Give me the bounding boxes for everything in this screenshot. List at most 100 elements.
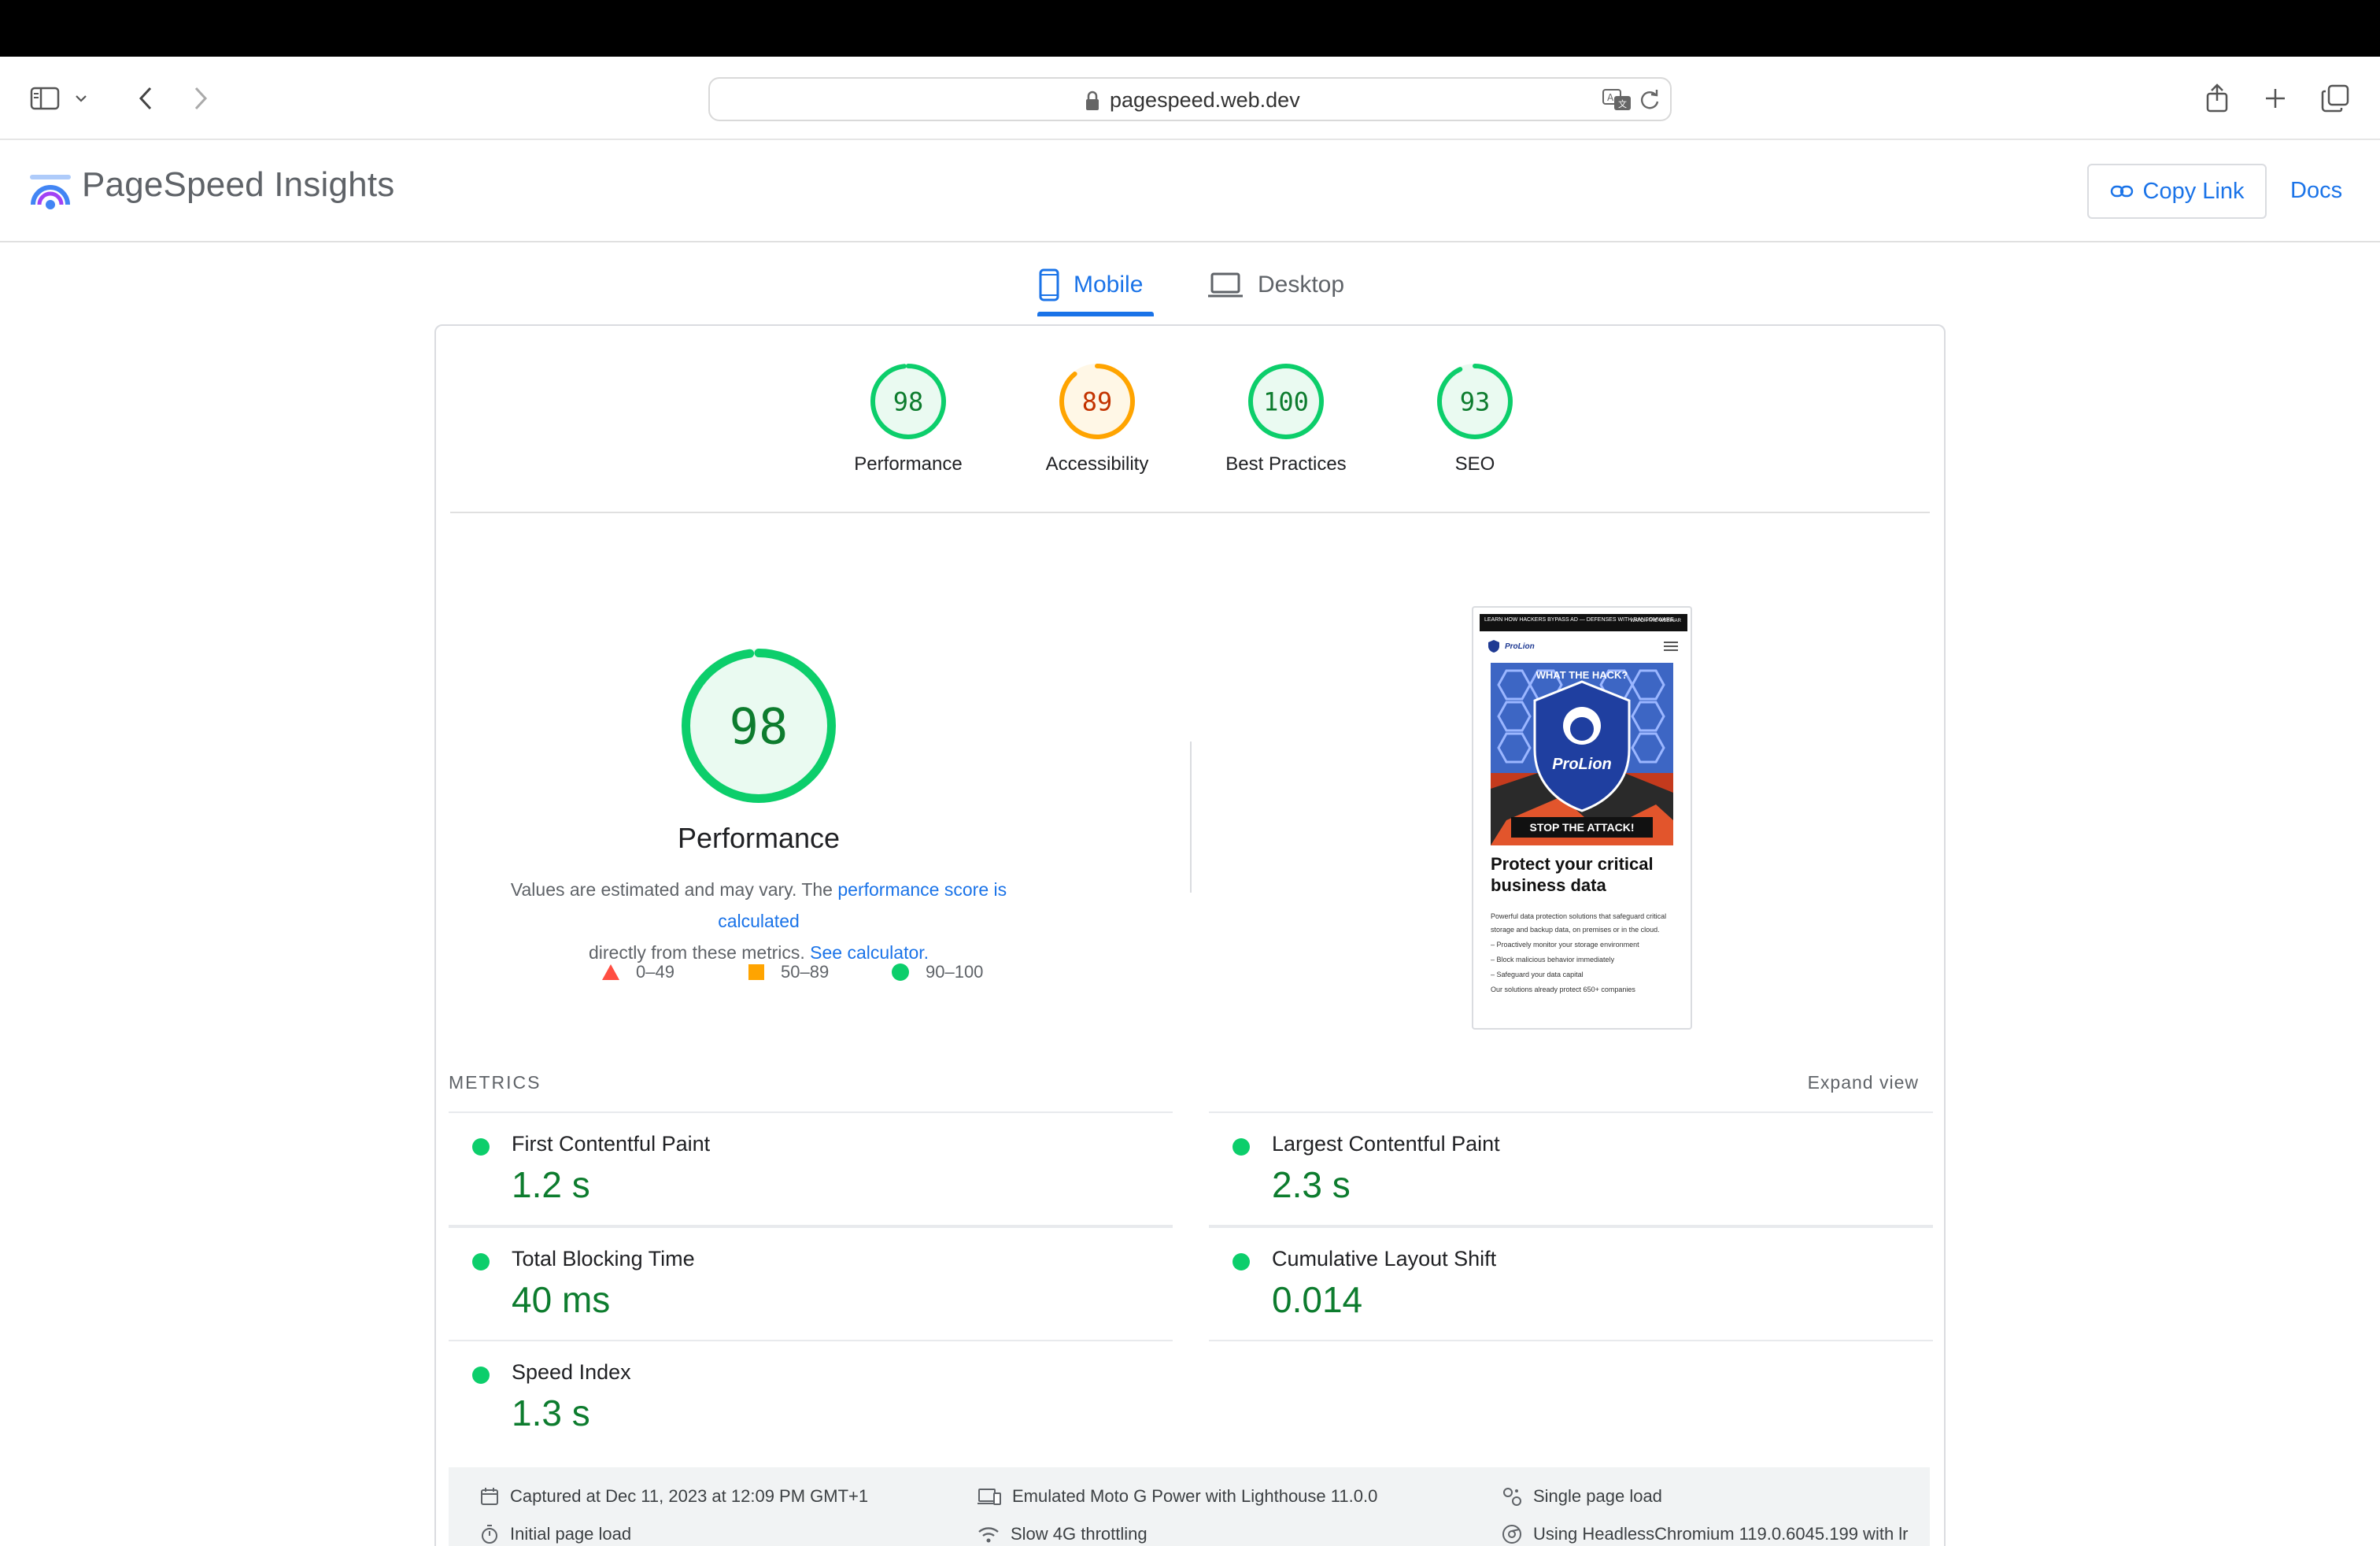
metrics-heading: METRICS xyxy=(449,1072,541,1093)
env-initial-load: Initial page load xyxy=(480,1524,631,1544)
pass-indicator-icon xyxy=(1232,1138,1250,1156)
metric-fcp[interactable]: First Contentful Paint 1.2 s xyxy=(449,1111,1173,1226)
tab-overview-button[interactable] xyxy=(2314,77,2356,120)
chevron-right-icon xyxy=(194,87,208,110)
gauge-best-practices-label: Best Practices xyxy=(1225,453,1347,475)
screenshot-banner-cta: WATCH THE WEBINAR xyxy=(1630,619,1681,623)
link-icon xyxy=(2110,185,2133,198)
screenshot-banner: LEARN HOW HACKERS BYPASS AD — DEFENSES W… xyxy=(1480,614,1687,631)
gauge-accessibility-ring: 89 xyxy=(1059,364,1135,439)
metric-value: 2.3 s xyxy=(1272,1164,1351,1205)
expand-view-toggle[interactable]: Expand view xyxy=(1808,1072,1919,1093)
back-button[interactable] xyxy=(124,77,167,120)
metric-name: Largest Contentful Paint xyxy=(1272,1132,1500,1156)
new-tab-button[interactable] xyxy=(2254,77,2297,120)
page-screenshot[interactable]: LEARN HOW HACKERS BYPASS AD — DEFENSES W… xyxy=(1472,606,1692,1030)
forward-button[interactable] xyxy=(179,77,222,120)
share-icon xyxy=(2206,83,2228,113)
performance-description: Values are estimated and may vary. The p… xyxy=(483,874,1034,968)
copy-link-label: Copy Link xyxy=(2142,178,2245,204)
app-title: PageSpeed Insights xyxy=(82,165,395,204)
screenshot-footer: Our solutions already protect 650+ compa… xyxy=(1491,986,1635,993)
metric-speed-index[interactable]: Speed Index 1.3 s xyxy=(449,1341,1173,1456)
performance-big-gauge: 98 xyxy=(682,649,836,803)
gauge-best-practices-ring: 100 xyxy=(1248,364,1324,439)
metric-value: 1.3 s xyxy=(512,1393,590,1433)
gauge-performance-ring: 98 xyxy=(870,364,946,439)
gauge-performance[interactable]: 98 Performance xyxy=(814,362,1003,475)
metric-lcp[interactable]: Largest Contentful Paint 2.3 s xyxy=(1209,1111,1933,1226)
env-throttling: Slow 4G throttling xyxy=(978,1524,1148,1544)
psi-header: PageSpeed Insights Copy Link Docs xyxy=(0,142,2380,242)
pass-indicator-icon xyxy=(472,1138,490,1156)
timer-icon xyxy=(482,1525,497,1544)
legend-pass: 90–100 xyxy=(891,962,983,982)
env-text: Emulated Moto G Power with Lighthouse 11… xyxy=(1012,1486,1378,1506)
screenshot-paragraph: Powerful data protection solutions that … xyxy=(1491,912,1667,934)
address-bar[interactable]: pagespeed.web.dev A文 xyxy=(708,77,1672,121)
hamburger-icon xyxy=(1664,642,1678,651)
report-card: 98 Performance 89 Accessibility 100 Best… xyxy=(434,324,1946,1546)
legend-fail-label: 0–49 xyxy=(636,962,674,982)
gauge-score-text: 98 xyxy=(730,697,789,755)
gauge-seo-label: SEO xyxy=(1454,453,1495,475)
url-text: pagespeed.web.dev xyxy=(1110,88,1300,112)
sidebar-toggle-button[interactable] xyxy=(24,77,66,120)
chevron-left-icon xyxy=(139,87,152,110)
score-legend: 0–49 50–89 90–100 xyxy=(601,962,1011,993)
active-tab-indicator xyxy=(1037,312,1154,316)
screenshot-nav: ProLion xyxy=(1480,634,1687,658)
pass-indicator-icon xyxy=(472,1367,490,1384)
metric-name: Speed Index xyxy=(512,1360,631,1384)
translate-icon[interactable]: A文 xyxy=(1602,88,1632,112)
pass-indicator-icon xyxy=(472,1253,490,1270)
see-calculator-link[interactable]: See calculator. xyxy=(810,942,929,963)
calendar-icon xyxy=(481,1488,498,1505)
gauge-score-text: 98 xyxy=(893,387,924,417)
gauge-seo[interactable]: 93 SEO xyxy=(1380,362,1569,475)
svg-text:文: 文 xyxy=(1618,98,1627,109)
metric-value: 40 ms xyxy=(512,1279,611,1320)
metric-tbt[interactable]: Total Blocking Time 40 ms xyxy=(449,1226,1173,1341)
runtime-settings: Captured at Dec 11, 2023 at 12:09 PM GMT… xyxy=(449,1467,1930,1546)
docs-link[interactable]: Docs xyxy=(2290,178,2342,204)
metric-cls[interactable]: Cumulative Layout Shift 0.014 xyxy=(1209,1226,1933,1341)
category-scores: 98 Performance 89 Accessibility 100 Best… xyxy=(436,326,1944,513)
chromium-icon xyxy=(1502,1525,1521,1544)
share-button[interactable] xyxy=(2196,77,2238,120)
gauge-performance-label: Performance xyxy=(854,453,963,475)
vertical-divider xyxy=(1190,742,1192,893)
screenshot-hero-image: WHAT THE HACK? ProLion STOP THE ATTACK! xyxy=(1491,663,1673,845)
env-single-load: Single page load xyxy=(1502,1486,1662,1507)
gauge-score-text: 89 xyxy=(1082,387,1113,417)
tab-desktop[interactable]: Desktop xyxy=(1207,252,1344,318)
hero-bottom-text: STOP THE ATTACK! xyxy=(1530,821,1635,834)
legend-pass-label: 90–100 xyxy=(926,962,984,982)
desc-text-2: directly from these metrics. xyxy=(588,942,811,963)
hero-top-text: WHAT THE HACK? xyxy=(1536,669,1628,681)
laptop-icon xyxy=(1208,272,1243,298)
divider xyxy=(450,512,1930,513)
metric-name: Total Blocking Time xyxy=(512,1247,695,1270)
env-captured: Captured at Dec 11, 2023 at 12:09 PM GMT… xyxy=(480,1486,868,1507)
desc-text: Values are estimated and may vary. The xyxy=(510,879,838,900)
gauge-best-practices[interactable]: 100 Best Practices xyxy=(1192,362,1380,475)
env-device: Emulated Moto G Power with Lighthouse 11… xyxy=(978,1486,1377,1507)
screenshot-heading: Protect your critical business data xyxy=(1491,854,1654,895)
triangle-icon xyxy=(602,964,619,980)
metric-name: Cumulative Layout Shift xyxy=(1272,1247,1497,1270)
pagespeed-logo-icon[interactable] xyxy=(28,170,72,214)
tab-desktop-label: Desktop xyxy=(1258,272,1345,298)
square-icon xyxy=(748,964,764,980)
chevron-down-icon xyxy=(76,95,87,102)
top-black-bar xyxy=(0,0,2380,57)
env-text: Initial page load xyxy=(510,1524,632,1544)
screenshot-bullet: – Block malicious behavior immediately xyxy=(1491,956,1615,963)
sidebar-menu-chevron[interactable] xyxy=(69,77,93,120)
screenshot-bullet: – Proactively monitor your storage envir… xyxy=(1491,941,1639,949)
reload-icon[interactable] xyxy=(1639,88,1661,112)
gauge-accessibility[interactable]: 89 Accessibility xyxy=(1003,362,1192,475)
tab-mobile[interactable]: Mobile xyxy=(1039,252,1143,318)
metric-value: 0.014 xyxy=(1272,1279,1363,1320)
copy-link-button[interactable]: Copy Link xyxy=(2087,164,2267,219)
